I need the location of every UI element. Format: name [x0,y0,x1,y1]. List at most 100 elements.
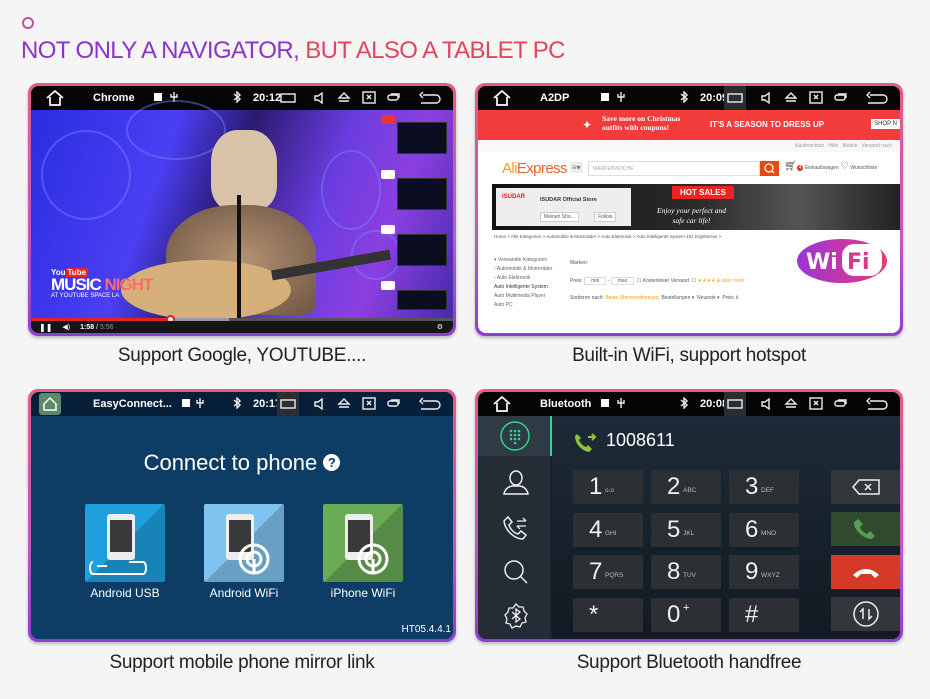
home-icon[interactable] [492,89,512,107]
video-thumbnail[interactable] [397,290,447,310]
call-log-icon[interactable] [502,514,530,542]
store-card: ISUDAR ISUDAR Official Store Meinen Sho.… [496,188,631,226]
sidebar-item[interactable]: ‹ Auto Elektronik [494,274,552,283]
dialpad-key[interactable]: 4 GHI [573,512,643,547]
camera-icon[interactable] [381,170,395,179]
recent-apps-icon[interactable] [834,397,848,409]
connection-option-tile[interactable] [323,504,403,582]
bluetooth-settings-icon[interactable] [502,602,530,630]
screenshot-button[interactable] [277,392,299,416]
video-thumbnail[interactable] [397,122,447,154]
sidebar-item[interactable]: Auto Intelligente System [494,283,552,292]
eject-icon[interactable] [784,397,798,409]
dialpad-key[interactable]: 1 o.o [573,470,643,504]
price-min-input[interactable]: min [584,277,607,285]
backspace-button[interactable] [831,470,900,504]
volume-icon[interactable]: ◀) [62,323,70,331]
connection-option-tile[interactable] [85,504,165,582]
volume-icon[interactable] [760,397,772,411]
panel-easyconnect: EasyConnect... 20:17 Connect to phone ? … [28,389,456,642]
sidebar-item[interactable]: Auto PC [494,301,552,310]
dialpad-key[interactable]: 0 + [651,597,721,632]
eject-icon[interactable] [784,91,798,103]
dialpad-tab[interactable] [478,416,552,456]
home-icon[interactable] [492,395,512,413]
connection-option-tile[interactable] [204,504,284,582]
back-icon[interactable] [866,91,888,105]
menu-icon[interactable]: ≡▾ [570,162,583,173]
volume-icon[interactable] [313,397,325,411]
link-help[interactable]: Hilfe [828,143,838,149]
link-mobile[interactable]: Mobile [843,143,858,149]
back-icon[interactable] [866,397,888,411]
camera-icon[interactable] [381,281,395,290]
dialpad-key[interactable]: 5 JKL [651,512,721,547]
dialpad-key[interactable]: 6 MNO [729,512,799,547]
shop-now-button[interactable]: SHOP N [871,119,900,129]
back-icon[interactable] [419,397,441,411]
video-thumbnail[interactable] [397,234,447,266]
eject-icon[interactable] [337,397,351,409]
promo-banner[interactable]: ✦ Save more on Christmas outfits with cou… [478,110,900,140]
sort-option[interactable]: Preis ⇕ [722,295,739,301]
wishlist-link[interactable]: ♡ Wunschliste [840,161,877,172]
youtube-video-player[interactable]: You Tube MUSIC NIGHT AT YOUTUBE SPACE LA … [31,100,453,333]
price-max-input[interactable]: max [610,277,635,285]
link-ship-to[interactable]: Versand nach [861,143,892,149]
sparkle-icon: ✦ [582,118,593,132]
sort-option[interactable]: Beste Übereinstimmung [605,295,658,301]
search-input[interactable]: MARKENWOCHE [588,161,760,176]
sidebar-item[interactable]: Auto Multimedia Player [494,292,552,301]
hangup-button[interactable] [831,555,900,589]
screenshot-button[interactable] [724,392,746,416]
search-button[interactable] [760,161,779,176]
free-shipping-checkbox[interactable]: Kostenloser Versand [643,278,689,284]
page-headline: NOT ONLY A NAVIGATOR, BUT ALSO A TABLET … [21,37,566,65]
cart-link[interactable]: 🛒︎ 4 Einkaufswagen [784,161,839,172]
dialpad-key[interactable]: 9 WXYZ [729,555,799,589]
dialpad-key[interactable]: 2 ABC [651,470,721,504]
link-buyer-protection[interactable]: Käuferschutz [795,143,824,149]
store-banner[interactable]: ISUDAR ISUDAR Official Store Meinen Sho.… [492,184,900,230]
search-icon[interactable] [502,558,530,586]
my-shop-button[interactable]: Meinen Sho... [540,212,579,222]
help-icon[interactable]: ? [323,454,341,471]
swap-audio-button[interactable] [831,597,900,631]
sort-option[interactable]: Bestellungen ▾ [661,295,694,301]
settings-gear-icon[interactable]: ⚙ [437,323,443,331]
camera-icon[interactable] [381,115,395,124]
close-app-icon[interactable] [362,91,376,105]
pause-icon[interactable]: ❚❚ [39,323,52,332]
home-icon[interactable] [45,89,65,107]
recent-apps-icon[interactable] [387,91,401,103]
recent-apps-icon[interactable] [834,91,848,103]
screenshot-button[interactable] [724,86,746,110]
app-title: A2DP [540,92,570,104]
close-app-icon[interactable] [362,397,376,411]
close-app-icon[interactable] [809,91,823,105]
volume-icon[interactable] [313,91,325,105]
video-thumbnail[interactable] [397,178,447,210]
aliexpress-logo[interactable]: AliExpress [502,160,567,177]
status-bar: Bluetooth 20:08 [478,392,900,416]
close-app-icon[interactable] [809,397,823,411]
dialpad-key[interactable]: 3 DEF [729,470,799,504]
call-button[interactable] [831,512,900,546]
sidebar-item[interactable]: ‹ Automobile & Motorräder [494,265,552,274]
dialpad-key[interactable]: # [729,597,799,632]
dialpad-key[interactable]: 7 PQRS [573,555,643,589]
easyconnect-app-icon[interactable] [39,393,61,415]
eject-icon[interactable] [337,91,351,103]
dialpad-key[interactable]: * [573,597,643,632]
sort-option[interactable]: Neueste ▾ [697,295,720,301]
rating-filter[interactable]: ★★★★ & oder mehr [698,278,745,284]
follow-button[interactable]: Follow [594,212,617,222]
screenshot-button[interactable] [277,86,299,110]
dialpad-key[interactable]: 8 TUV [651,555,721,589]
camera-icon[interactable] [381,225,395,234]
back-icon[interactable] [419,91,441,105]
sidebar-item[interactable]: ▾ Verwandte Kategorien [494,256,552,265]
recent-apps-icon[interactable] [387,397,401,409]
contacts-icon[interactable] [502,468,530,496]
volume-icon[interactable] [760,91,772,105]
